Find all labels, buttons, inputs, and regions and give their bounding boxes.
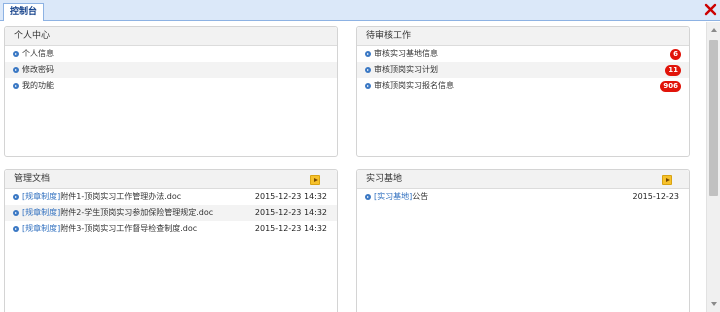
panel-title: 个人中心 [5, 27, 337, 46]
list-item-doc[interactable]: [规章制度]附件1-顶岗实习工作管理办法.doc 2015-12-23 14:3… [5, 189, 337, 205]
list-item-review-plans[interactable]: 审核顶岗实习计划 11 [357, 62, 689, 78]
arrow-bullet-icon [13, 226, 19, 232]
scroll-up-arrow-icon[interactable] [711, 28, 717, 32]
arrow-bullet-icon [13, 51, 19, 57]
list-item-label: 我的功能 [22, 81, 54, 90]
tab-bar: 控制台 [0, 0, 720, 21]
dashboard-content: 个人中心 个人信息 修改密码 我的功能 待审核工作 审核实习基地信息 6 审核顶… [0, 22, 706, 312]
doc-date: 2015-12-23 14:32 [254, 208, 327, 217]
count-badge: 11 [665, 65, 681, 76]
doc-category-tag: [规章制度] [22, 208, 61, 217]
arrow-bullet-icon [13, 67, 19, 73]
doc-date: 2015-12-23 14:32 [254, 192, 327, 201]
panel-title: 待审核工作 [357, 27, 689, 46]
notice-name: 公告 [412, 192, 429, 201]
doc-name: 附件2-学生顶岗实习参加保险管理规定.doc [60, 208, 214, 217]
list-item-label: 审核实习基地信息 [374, 49, 438, 58]
list-item-label: 个人信息 [22, 49, 54, 58]
doc-name: 附件3-顶岗实习工作督导检查制度.doc [60, 224, 198, 233]
list-item-doc[interactable]: [规章制度]附件2-学生顶岗实习参加保险管理规定.doc 2015-12-23 … [5, 205, 337, 221]
scrollbar-thumb[interactable] [709, 40, 718, 196]
arrow-bullet-icon [365, 67, 371, 73]
panel-title: 管理文档 [5, 170, 337, 189]
list-item-review-applications[interactable]: 审核顶岗实习报名信息 906 [357, 78, 689, 94]
notice-category-tag: [实习基地] [374, 192, 413, 201]
more-icon[interactable] [662, 175, 672, 185]
panel-pending-review: 待审核工作 审核实习基地信息 6 审核顶岗实习计划 11 审核顶岗实习报名信息 … [356, 26, 690, 157]
list-item-change-password[interactable]: 修改密码 [5, 62, 337, 78]
arrow-bullet-icon [13, 83, 19, 89]
vertical-scrollbar[interactable] [706, 22, 720, 312]
doc-category-tag: [规章制度] [22, 224, 61, 233]
arrow-bullet-icon [13, 210, 19, 216]
tab-console[interactable]: 控制台 [3, 3, 45, 21]
list-item-label: 修改密码 [22, 65, 54, 74]
scroll-down-arrow-icon[interactable] [711, 302, 717, 306]
more-icon[interactable] [310, 175, 320, 185]
count-badge: 6 [670, 49, 681, 60]
list-item-doc[interactable]: [规章制度]附件3-顶岗实习工作督导检查制度.doc 2015-12-23 14… [5, 221, 337, 237]
doc-category-tag: [规章制度] [22, 192, 61, 201]
arrow-bullet-icon [365, 83, 371, 89]
list-item-label: 审核顶岗实习报名信息 [374, 81, 454, 90]
list-item-review-bases[interactable]: 审核实习基地信息 6 [357, 46, 689, 62]
doc-date: 2015-12-23 14:32 [254, 224, 327, 233]
notice-date: 2015-12-23 [632, 192, 680, 201]
panel-internship-bases: 实习基地 [实习基地]公告 2015-12-23 [356, 169, 690, 312]
list-item-my-functions[interactable]: 我的功能 [5, 78, 337, 94]
doc-name: 附件1-顶岗实习工作管理办法.doc [60, 192, 182, 201]
panel-management-docs: 管理文档 [规章制度]附件1-顶岗实习工作管理办法.doc 2015-12-23… [4, 169, 338, 312]
list-item-base-notice[interactable]: [实习基地]公告 2015-12-23 [357, 189, 689, 205]
count-badge: 906 [660, 81, 681, 92]
panel-personal-center: 个人中心 个人信息 修改密码 我的功能 [4, 26, 338, 157]
arrow-bullet-icon [365, 51, 371, 57]
panel-title-label: 管理文档 [14, 174, 51, 184]
panel-title: 实习基地 [357, 170, 689, 189]
arrow-bullet-icon [13, 194, 19, 200]
list-item-personal-info[interactable]: 个人信息 [5, 46, 337, 62]
arrow-bullet-icon [365, 194, 371, 200]
list-item-label: 审核顶岗实习计划 [374, 65, 438, 74]
panel-title-label: 实习基地 [366, 174, 403, 184]
close-icon[interactable] [704, 3, 717, 16]
